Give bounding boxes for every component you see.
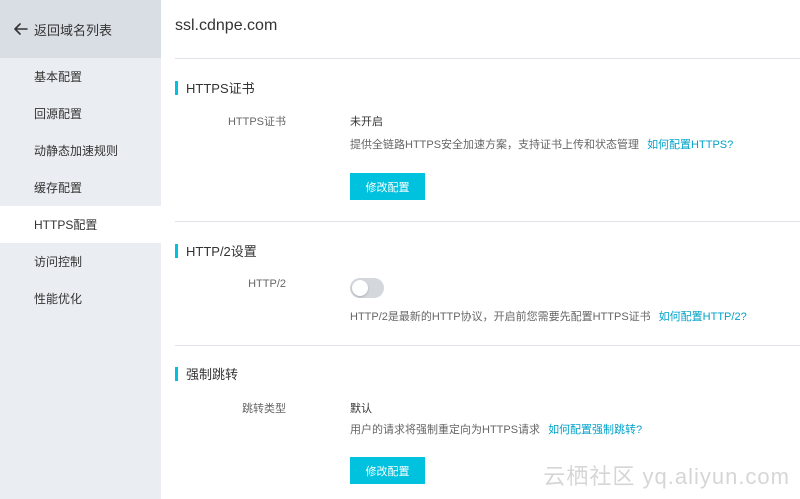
https-modify-button[interactable]: 修改配置: [350, 173, 425, 200]
https-description-text: 提供全链路HTTPS安全加速方案，支持证书上传和状态管理: [350, 139, 640, 151]
https-help-link[interactable]: 如何配置HTTPS?: [647, 139, 733, 151]
sidebar-item-label: 性能优化: [34, 292, 83, 306]
section-title-https: HTTPS证书: [175, 80, 255, 96]
section-title-redirect: 强制跳转: [175, 366, 239, 382]
sidebar-item-origin-config[interactable]: 回源配置: [0, 95, 161, 132]
section-title-label: 强制跳转: [186, 367, 239, 382]
http2-description-text: HTTP/2是最新的HTTP协议，开启前您需要先配置HTTPS证书: [350, 311, 651, 323]
https-description: 提供全链路HTTPS安全加速方案，支持证书上传和状态管理 如何配置HTTPS?: [350, 136, 733, 152]
sidebar-item-access-control[interactable]: 访问控制: [0, 243, 161, 280]
redirect-type-value: 默认: [350, 403, 372, 415]
sidebar-item-basic-config[interactable]: 基本配置: [0, 58, 161, 95]
http2-label: HTTP/2: [248, 278, 286, 290]
section-title-label: HTTPS证书: [186, 81, 255, 96]
http2-description: HTTP/2是最新的HTTP协议，开启前您需要先配置HTTPS证书 如何配置HTT…: [350, 308, 747, 324]
sidebar: 返回域名列表 基本配置 回源配置 动静态加速规则 缓存配置 HTTPS配置 访问…: [0, 0, 161, 499]
redirect-modify-button[interactable]: 修改配置: [350, 457, 425, 484]
main-content: ssl.cdnpe.com HTTPS证书 HTTPS证书 未开启 提供全链路H…: [161, 0, 800, 499]
toggle-knob: [352, 280, 368, 296]
page-title: ssl.cdnpe.com: [175, 17, 278, 34]
sidebar-item-label: HTTPS配置: [34, 218, 98, 232]
redirect-type-label: 跳转类型: [242, 403, 286, 415]
sidebar-item-acceleration-rules[interactable]: 动静态加速规则: [0, 132, 161, 169]
divider: [175, 345, 800, 346]
back-link-label: 返回域名列表: [34, 22, 113, 38]
http2-help-link[interactable]: 如何配置HTTP/2?: [659, 311, 747, 323]
section-accent-bar: [175, 80, 178, 95]
section-title-label: HTTP/2设置: [186, 244, 257, 259]
sidebar-item-https-config[interactable]: HTTPS配置: [0, 206, 161, 243]
watermark: 云栖社区 yq.aliyun.com: [543, 464, 790, 489]
https-cert-status: 未开启: [350, 116, 383, 128]
sidebar-item-label: 回源配置: [34, 107, 83, 121]
sidebar-item-label: 访问控制: [34, 255, 83, 269]
section-title-http2: HTTP/2设置: [175, 243, 257, 259]
https-cert-label: HTTPS证书: [227, 116, 286, 128]
section-accent-bar: [175, 243, 178, 258]
http2-toggle[interactable]: [350, 278, 384, 298]
sidebar-item-label: 缓存配置: [34, 181, 83, 195]
sidebar-item-label: 动静态加速规则: [34, 144, 119, 158]
divider: [175, 221, 800, 222]
redirect-description: 用户的请求将强制重定向为HTTPS请求 如何配置强制跳转?: [350, 421, 642, 437]
sidebar-item-performance[interactable]: 性能优化: [0, 280, 161, 317]
section-accent-bar: [175, 366, 178, 381]
divider: [175, 58, 800, 59]
redirect-description-text: 用户的请求将强制重定向为HTTPS请求: [350, 424, 541, 436]
app: 返回域名列表 基本配置 回源配置 动静态加速规则 缓存配置 HTTPS配置 访问…: [0, 0, 800, 499]
back-to-domain-list-link[interactable]: 返回域名列表: [0, 0, 161, 58]
sidebar-nav: 基本配置 回源配置 动静态加速规则 缓存配置 HTTPS配置 访问控制 性能优化: [0, 58, 161, 317]
sidebar-item-cache-config[interactable]: 缓存配置: [0, 169, 161, 206]
redirect-help-link[interactable]: 如何配置强制跳转?: [548, 424, 642, 436]
sidebar-item-label: 基本配置: [34, 70, 83, 84]
arrow-left-icon: [14, 23, 28, 35]
